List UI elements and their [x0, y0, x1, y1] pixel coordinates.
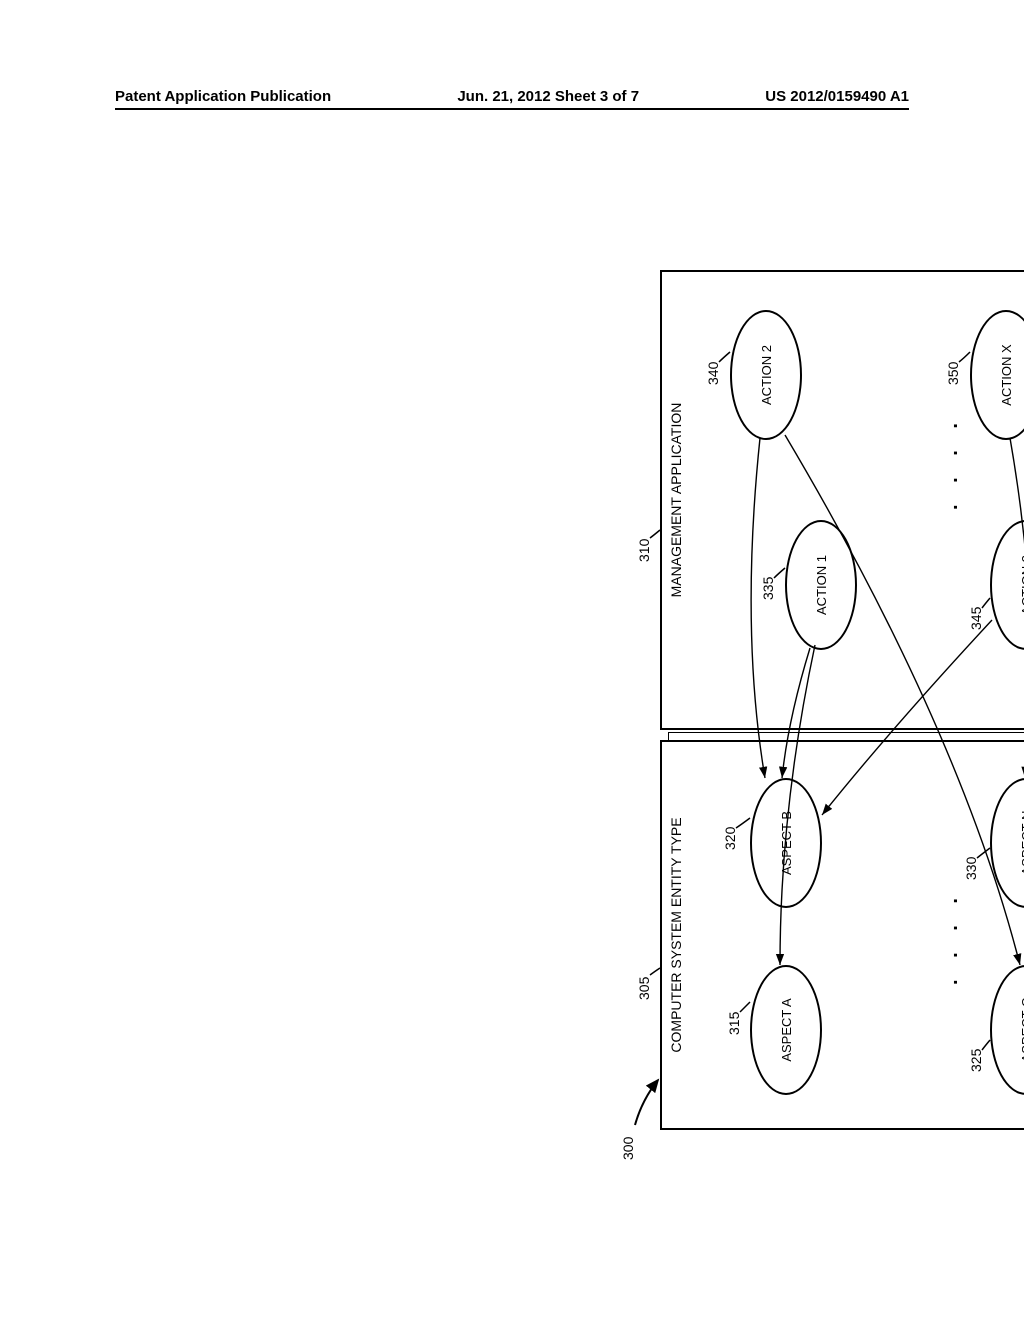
- ref-325: 325: [968, 1049, 984, 1072]
- ref-315: 315: [726, 1012, 742, 1035]
- figure-300: 300 COMPUTER SYSTEM ENTITY TYPE 305 MANA…: [630, 250, 1024, 1130]
- ref-350: 350: [945, 362, 961, 385]
- action-2-text: ACTION 2: [759, 345, 774, 405]
- header-right: US 2012/0159490 A1: [765, 88, 909, 105]
- ellipsis-right: . . . .: [940, 415, 963, 510]
- action-2-node: ACTION 2: [730, 310, 802, 440]
- action-1-text: ACTION 1: [814, 555, 829, 615]
- ref-345: 345: [968, 607, 984, 630]
- header-rule: [115, 108, 909, 110]
- aspect-c-text: ASPECT C: [1019, 998, 1024, 1063]
- figure-ref-300: 300: [620, 1137, 636, 1160]
- aspect-a-text: ASPECT A: [779, 998, 794, 1061]
- page-header: Patent Application Publication Jun. 21, …: [0, 88, 1024, 105]
- management-box-title: MANAGEMENT APPLICATION: [668, 403, 684, 598]
- aspect-b-node: ASPECT B: [750, 778, 822, 908]
- action-x-text: ACTION X: [999, 344, 1014, 405]
- ref-305: 305: [636, 977, 652, 1000]
- ref-335: 335: [760, 577, 776, 600]
- aspect-a-node: ASPECT A: [750, 965, 822, 1095]
- ref-330: 330: [963, 857, 979, 880]
- ellipsis-left: . . . .: [940, 890, 963, 985]
- aspect-b-text: ASPECT B: [779, 811, 794, 875]
- action-1-node: ACTION 1: [785, 520, 857, 650]
- aspect-n-text: ASPECT N: [1019, 811, 1024, 876]
- header-middle: Jun. 21, 2012 Sheet 3 of 7: [457, 88, 639, 105]
- ref-340: 340: [705, 362, 721, 385]
- ref-310: 310: [636, 539, 652, 562]
- entity-box-title: COMPUTER SYSTEM ENTITY TYPE: [668, 817, 684, 1052]
- figure-wrapper: 300 COMPUTER SYSTEM ENTITY TYPE 305 MANA…: [630, 250, 1024, 1130]
- action-3-text: ACTION 3: [1019, 555, 1024, 615]
- management-app-box: MANAGEMENT APPLICATION: [660, 270, 1024, 730]
- ref-320: 320: [722, 827, 738, 850]
- header-left: Patent Application Publication: [115, 88, 331, 105]
